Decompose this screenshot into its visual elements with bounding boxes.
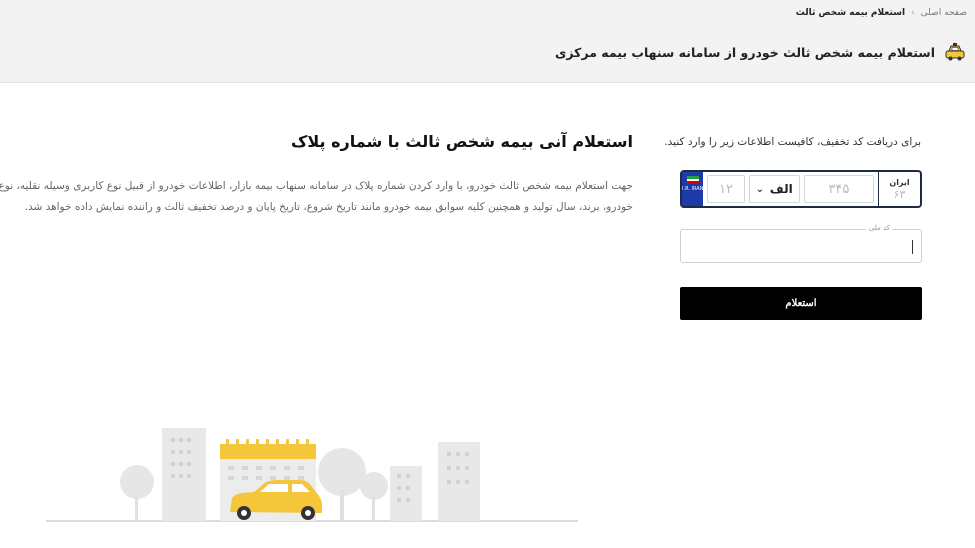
section-title: استعلام آنی بیمه شخص ثالث با شماره پلاک (290, 132, 633, 151)
plate-flag-strip: I.R. IRAN (682, 172, 704, 206)
breadcrumb-current: استعلام بیمه شخص ثالث (795, 8, 906, 18)
form-hint: برای دریافت کد تخفیف، کافیست اطلاعات زیر… (664, 136, 921, 148)
breadcrumb-home-link[interactable]: صفحه اصلی (921, 8, 967, 18)
chevron-down-icon: ⌄ (755, 183, 764, 195)
national-code-label: کد ملی (865, 224, 893, 232)
license-plate-input: I.R. IRAN ۱۲ ⌄ الف ۳۴۵ ایران ۶۳ (680, 170, 922, 208)
text-caret (912, 240, 913, 254)
breadcrumb-separator: › (911, 8, 915, 18)
plate-country-text: I.R. IRAN (682, 186, 704, 192)
plate-iran-field[interactable]: ایران ۶۳ (878, 172, 920, 206)
page-header: استعلام بیمه شخص ثالث خودرو از سامانه سن… (555, 40, 967, 64)
plate-two-digit-field[interactable]: ۱۲ (707, 175, 745, 203)
section-description: جهت استعلام بیمه شخص ثالث خودرو، با وارد… (0, 180, 633, 213)
car-icon (945, 43, 965, 61)
plate-letter-value: الف (769, 182, 793, 196)
inquiry-button[interactable]: استعلام (680, 287, 922, 320)
plate-iran-value: ۶۳ (893, 188, 906, 201)
national-code-field[interactable]: کد ملی (680, 224, 922, 263)
plate-three-digit-field[interactable]: ۳۴۵ (803, 175, 875, 203)
page-title: استعلام بیمه شخص ثالث خودرو از سامانه سن… (554, 44, 935, 60)
iran-flag-icon (686, 176, 699, 185)
breadcrumb: صفحه اصلی › استعلام بیمه شخص ثالث (796, 8, 967, 18)
top-bar: صفحه اصلی › استعلام بیمه شخص ثالث استعلا… (0, 0, 975, 83)
plate-letter-select[interactable]: ⌄ الف (748, 175, 800, 203)
city-car-illustration (46, 428, 578, 522)
